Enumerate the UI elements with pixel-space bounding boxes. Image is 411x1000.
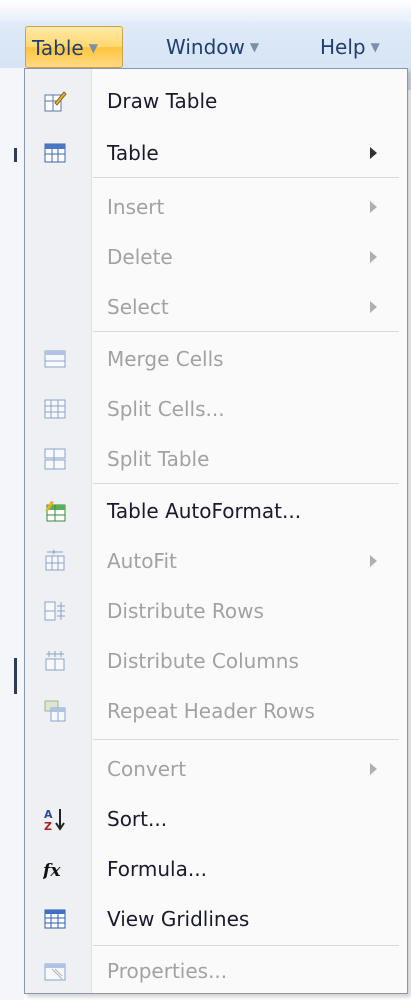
chevron-down-icon: ▼: [249, 40, 260, 54]
table-menu-dropdown: Draw Table Table Insert Delete Select Me…: [24, 68, 408, 994]
menu-item-split-cells[interactable]: Split Cells...: [25, 385, 407, 433]
submenu-arrow-icon: [370, 147, 377, 159]
menu-table[interactable]: Table ▼: [25, 26, 123, 68]
menu-item-label: View Gridlines: [107, 907, 250, 931]
menu-item-distribute-rows[interactable]: Distribute Rows: [25, 587, 407, 635]
distribute-rows-icon: [44, 601, 65, 621]
chevron-down-icon: ▼: [88, 41, 98, 55]
menu-item-label: Table AutoFormat...: [107, 499, 302, 523]
menu-item-label: Split Cells...: [107, 397, 225, 421]
menu-item-label: Draw Table: [107, 89, 218, 113]
sort-az-icon: A Z: [44, 808, 65, 831]
split-table-icon: [44, 448, 66, 470]
submenu-arrow-icon: [370, 301, 377, 313]
separator: [93, 945, 399, 946]
menu-item-view-gridlines[interactable]: View Gridlines: [25, 895, 407, 943]
menu-item-label: Delete: [107, 245, 173, 269]
menu-item-insert[interactable]: Insert: [25, 183, 407, 231]
menu-item-label: Merge Cells: [107, 347, 224, 371]
merge-cells-icon: [44, 350, 66, 368]
formula-fx-icon: fx: [43, 861, 61, 881]
menu-item-label: AutoFit: [107, 549, 177, 573]
menu-item-repeat-header-rows[interactable]: Repeat Header Rows: [25, 687, 407, 735]
menu-table-label: Table: [32, 36, 84, 60]
pencil-table-icon: [44, 91, 67, 112]
menu-item-merge-cells[interactable]: Merge Cells: [25, 335, 407, 383]
menu-item-label: Formula...: [107, 857, 207, 881]
menu-item-delete[interactable]: Delete: [25, 233, 407, 281]
gridlines-icon: [44, 909, 66, 929]
properties-icon: [44, 963, 66, 981]
menu-item-label: Insert: [107, 195, 165, 219]
menu-item-label: Distribute Columns: [107, 649, 299, 673]
menu-item-formula[interactable]: fx Formula...: [25, 845, 407, 893]
submenu-arrow-icon: [370, 555, 377, 567]
document-mark: [14, 148, 17, 162]
menu-item-label: Distribute Rows: [107, 599, 264, 623]
submenu-arrow-icon: [370, 251, 377, 263]
menu-item-label: Sort...: [107, 807, 168, 831]
menu-item-autofit[interactable]: AutoFit: [25, 537, 407, 585]
menu-help-label: Help: [320, 35, 366, 59]
submenu-arrow-icon: [370, 763, 377, 775]
menu-help[interactable]: Help ▼: [320, 26, 380, 68]
menu-item-label: Select: [107, 295, 169, 319]
submenu-arrow-icon: [370, 201, 377, 213]
menu-item-label: Convert: [107, 757, 187, 781]
separator: [93, 177, 399, 178]
document-edge: [0, 68, 24, 1000]
repeat-header-icon: [44, 700, 66, 722]
menu-item-properties[interactable]: Properties...: [25, 947, 407, 995]
menu-item-label: Table: [107, 141, 159, 165]
menu-item-draw-table[interactable]: Draw Table: [25, 77, 407, 125]
menu-item-convert[interactable]: Convert: [25, 745, 407, 793]
separator: [93, 739, 399, 740]
separator: [93, 331, 399, 332]
menu-item-label: Split Table: [107, 447, 210, 471]
menu-item-label: Repeat Header Rows: [107, 699, 315, 723]
split-cells-icon: [44, 399, 66, 419]
document-mark: [14, 658, 17, 694]
menu-item-split-table[interactable]: Split Table: [25, 435, 407, 483]
menu-item-table[interactable]: Table: [25, 129, 407, 177]
menu-item-table-autoformat[interactable]: Table AutoFormat...: [25, 487, 407, 535]
chevron-down-icon: ▼: [370, 40, 380, 54]
autofit-icon: [45, 549, 65, 571]
separator: [93, 483, 399, 484]
toolbar-strip: [0, 0, 411, 22]
menu-item-distribute-columns[interactable]: Distribute Columns: [25, 637, 407, 685]
distribute-columns-icon: [45, 651, 65, 671]
svg-text:Z: Z: [44, 820, 52, 831]
menu-window-label: Window: [166, 35, 245, 59]
menu-item-label: Properties...: [107, 959, 228, 983]
menu-item-select[interactable]: Select: [25, 283, 407, 331]
menu-item-sort[interactable]: A Z Sort...: [25, 795, 407, 843]
autoformat-icon: [45, 501, 66, 522]
menu-window[interactable]: Window ▼: [166, 26, 259, 68]
svg-text:fx: fx: [43, 861, 61, 881]
table-icon: [44, 143, 66, 163]
